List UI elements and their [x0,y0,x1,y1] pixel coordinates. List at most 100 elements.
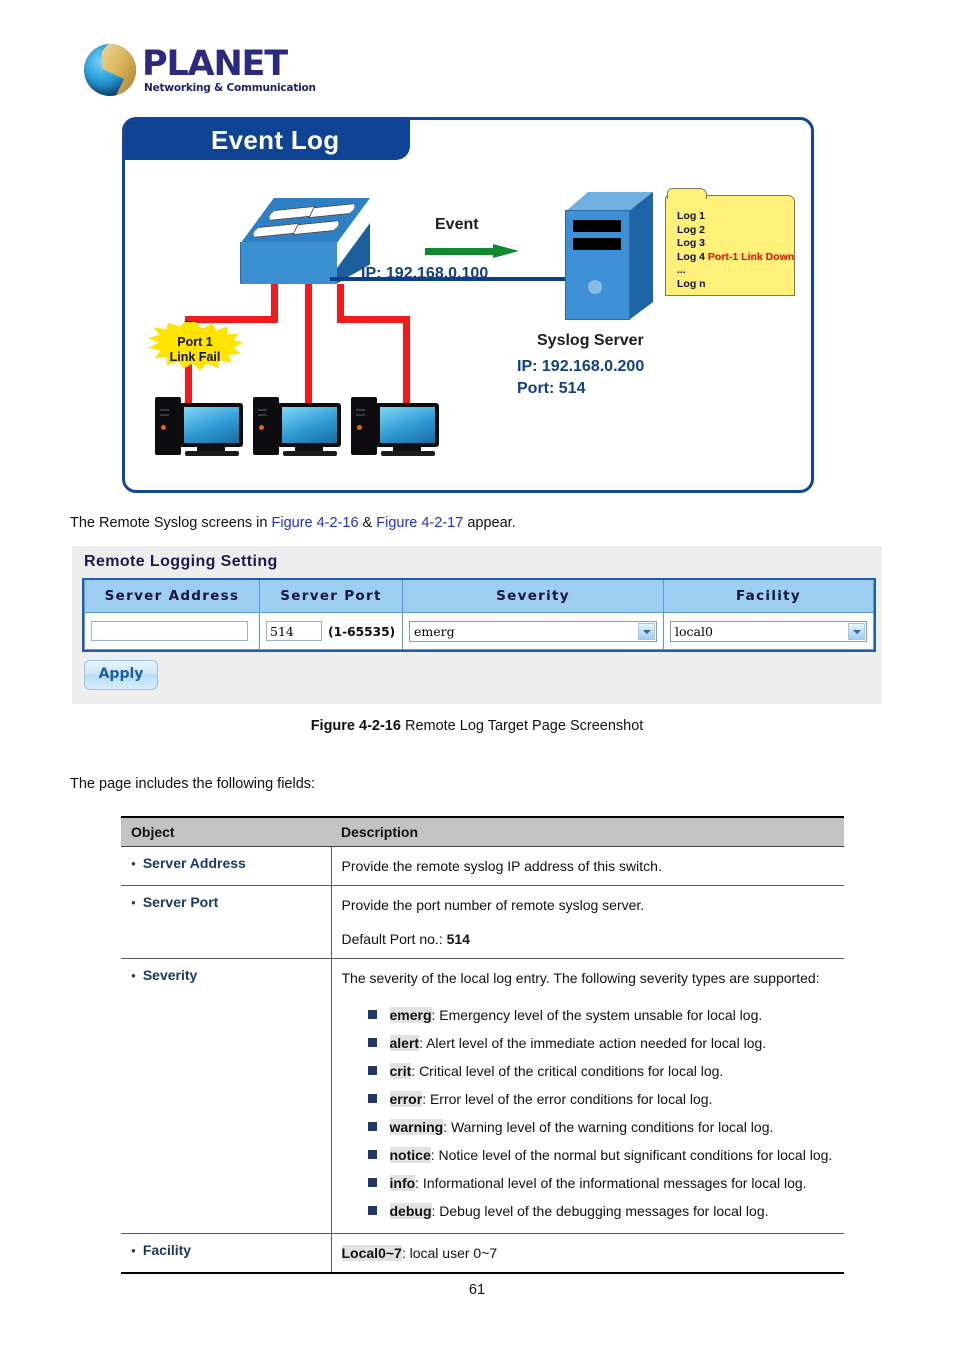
list-item: warning: Warning level of the warning co… [368,1113,835,1141]
figure-caption-number: Figure 4-2-16 [310,718,401,734]
severity-desc: : Debug level of the debugging messages … [431,1203,769,1219]
fields-table: Object Description Server Address Provid… [121,816,844,1274]
chevron-down-icon[interactable] [848,622,865,640]
log-note-lines: Log 1 Log 2 Log 3 Log 4 Port-1 Link Down… [677,210,794,291]
log-line: Log 2 [677,223,705,236]
description-text: Provide the port number of remote syslog… [341,897,645,913]
severity-desc: : Emergency level of the system unsable … [431,1007,763,1023]
severity-desc: : Alert level of the immediate action ne… [419,1035,767,1051]
brand-name: PLANET [142,44,288,84]
facility-term: Local0~7 [341,1245,402,1261]
row-object-facility: Facility [121,1233,332,1274]
row-description-facility: Local0~7: local user 0~7 [331,1233,844,1274]
list-item: error: Error level of the error conditio… [368,1085,835,1113]
panel-title: Remote Logging Setting [84,553,278,570]
table-row: Severity The severity of the local log e… [121,958,844,1234]
severity-list: emerg: Emergency level of the system uns… [342,1001,835,1225]
table-header-row: Object Description [121,816,844,847]
server-port-input[interactable] [266,621,322,641]
event-log-diagram: Event Log Event IP: 192.168.0.100 Syslog… [122,117,814,493]
header-server-address: Server Address [84,580,260,613]
diagram-title: Event Log [125,120,410,160]
list-item: notice: Notice level of the normal but s… [368,1141,835,1169]
severity-term: debug [389,1203,432,1219]
log-note: Log 1 Log 2 Log 3 Log 4 Port-1 Link Down… [665,188,795,296]
grid-value-row: (1-65535) emerg local0 [84,612,874,650]
table-row: Server Address Provide the remote syslog… [121,846,844,886]
grid-header-row: Server Address Server Port Severity Faci… [84,580,874,613]
default-port-value: 514 [446,931,470,947]
facility-selected-value: local0 [675,623,713,639]
severity-desc: : Error level of the error conditions fo… [422,1091,713,1107]
row-description-server-port: Provide the port number of remote syslog… [331,885,844,959]
intro-prefix: The Remote Syslog screens in [70,515,272,531]
brand-tagline: Networking & Communication [144,82,316,94]
list-item: emerg: Emergency level of the system uns… [368,1001,835,1029]
cell-facility: local0 [663,612,874,650]
cable-segment [185,316,278,323]
column-header-object: Object [121,816,331,847]
remote-logging-grid: Server Address Server Port Severity Faci… [82,578,876,652]
default-port-label: Default Port no.: [341,931,447,947]
object-label: Facility [142,1242,192,1258]
figure-caption: Figure 4-2-16 Remote Log Target Page Scr… [0,718,954,734]
chevron-down-icon[interactable] [638,622,655,640]
log-line: Log 1 [677,210,705,222]
log-line-event: Log 4 Port-1 Link Down [677,251,794,265]
header-facility: Facility [663,580,874,613]
apply-button[interactable]: Apply [84,660,158,690]
severity-term: crit [389,1063,412,1079]
row-description-severity: The severity of the local log entry. The… [331,958,844,1234]
header-server-port: Server Port [259,580,403,613]
log-line-event-text: Port-1 Link Down [707,250,795,263]
bullet-icon [131,967,143,983]
list-item: crit: Critical level of the critical con… [368,1057,835,1085]
facility-desc: : local user 0~7 [401,1245,498,1261]
server-caption: Syslog Server [537,332,644,349]
description-text: Provide the remote syslog IP address of … [341,858,662,874]
severity-term: warning [389,1119,444,1135]
row-object-server-address: Server Address [121,846,332,886]
client-pc-icon [351,395,447,461]
switch-ip-label: IP: 192.168.0.100 [361,265,489,282]
figure-link-b[interactable]: Figure 4-2-17 [376,515,463,531]
description-text: Local0~7: local user 0~7 [341,1242,835,1264]
row-object-server-port: Server Port [121,885,332,959]
server-port-range-hint: (1-65535) [328,623,395,639]
facility-select[interactable]: local0 [670,620,867,642]
object-label: Severity [142,967,198,983]
link-fail-line2: Link Fail [169,350,221,364]
cell-server-address [84,612,260,650]
bullet-icon [131,1242,143,1258]
list-item: info: Informational level of the informa… [368,1169,835,1197]
intro-suffix: appear. [463,515,516,531]
intro-paragraph: The Remote Syslog screens in Figure 4-2-… [70,515,516,531]
cell-server-port: (1-65535) [259,612,403,650]
row-object-severity: Severity [121,958,332,1234]
default-port-line: Default Port no.: 514 [342,928,835,950]
server-address-input[interactable] [91,621,248,641]
log-ellipsis: ... [677,264,686,276]
severity-term: error [389,1091,423,1107]
figure-caption-text: Remote Log Target Page Screenshot [400,718,644,734]
column-header-description: Description [331,816,844,847]
log-line-last: Log n [677,277,706,290]
client-pc-icon [155,395,251,461]
remote-logging-setting-panel: Remote Logging Setting Server Address Se… [72,546,882,704]
object-label: Server Address [142,855,246,871]
severity-select[interactable]: emerg [409,620,657,642]
severity-term: info [389,1175,416,1191]
severity-desc: : Informational level of the information… [415,1175,807,1191]
log-line-prefix: Log 4 [677,250,705,263]
object-label: Server Port [142,894,219,910]
cell-severity: emerg [402,612,664,650]
syslog-server-icon [565,192,653,320]
severity-term: notice [389,1147,431,1163]
severity-term: alert [389,1035,420,1051]
server-ip-label: IP: 192.168.0.200 [517,358,645,375]
figure-link-a[interactable]: Figure 4-2-16 [271,515,358,531]
table-row: Facility Local0~7: local user 0~7 [121,1233,844,1274]
network-switch-icon [240,198,370,286]
server-port-label: Port: 514 [517,380,586,397]
event-arrow-icon [425,244,520,258]
